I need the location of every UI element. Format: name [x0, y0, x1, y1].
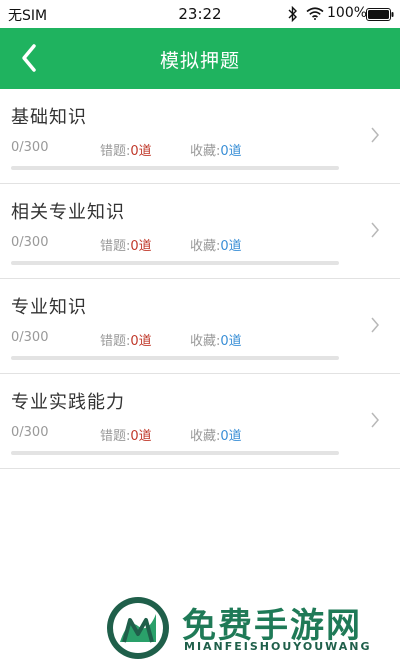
- progress-bar: [11, 261, 339, 265]
- progress-bar: [11, 166, 339, 170]
- chevron-right-icon: [371, 317, 379, 333]
- favorite-count: 收藏:0道: [190, 239, 242, 254]
- progress-bar: [11, 451, 339, 455]
- battery-icon: [366, 8, 394, 21]
- list-item[interactable]: 相关专业知识 0/300 错题:0道 收藏:0道: [0, 184, 400, 279]
- chevron-right-icon: [371, 222, 379, 238]
- wrong-count: 错题:0道: [100, 334, 152, 349]
- battery-percentage: 100%: [327, 5, 368, 21]
- item-title: 相关专业知识: [11, 202, 125, 223]
- progress-text: 0/300: [11, 330, 49, 345]
- chevron-right-icon: [371, 412, 379, 428]
- wifi-icon: [306, 7, 324, 20]
- item-title: 基础知识: [11, 107, 87, 128]
- item-title: 专业知识: [11, 297, 87, 318]
- watermark-logo-icon: [107, 597, 169, 659]
- list-item[interactable]: 基础知识 0/300 错题:0道 收藏:0道: [0, 89, 400, 184]
- wrong-count: 错题:0道: [100, 144, 152, 159]
- favorite-count: 收藏:0道: [190, 144, 242, 159]
- progress-text: 0/300: [11, 140, 49, 155]
- wrong-count: 错题:0道: [100, 239, 152, 254]
- nav-bar: 模拟押题: [0, 28, 400, 89]
- favorite-count: 收藏:0道: [190, 429, 242, 444]
- favorite-count: 收藏:0道: [190, 334, 242, 349]
- list-item[interactable]: 专业实践能力 0/300 错题:0道 收藏:0道: [0, 374, 400, 469]
- progress-text: 0/300: [11, 425, 49, 440]
- list-item[interactable]: 专业知识 0/300 错题:0道 收藏:0道: [0, 279, 400, 374]
- watermark-subtitle: MIANFEISHOUYOUWANG: [184, 640, 372, 653]
- status-bar: 无SIM 23:22 100%: [0, 0, 400, 28]
- bluetooth-icon: [288, 6, 297, 22]
- page-title: 模拟押题: [159, 50, 240, 72]
- progress-bar: [11, 356, 339, 360]
- exam-list: 基础知识 0/300 错题:0道 收藏:0道 相关专业知识 0/300 错题:0…: [0, 89, 400, 469]
- item-title: 专业实践能力: [11, 392, 125, 413]
- watermark: 免费手游网 MIANFEISHOUYOUWANG: [100, 590, 400, 666]
- wrong-count: 错题:0道: [100, 429, 152, 444]
- progress-text: 0/300: [11, 235, 49, 250]
- chevron-right-icon: [371, 127, 379, 143]
